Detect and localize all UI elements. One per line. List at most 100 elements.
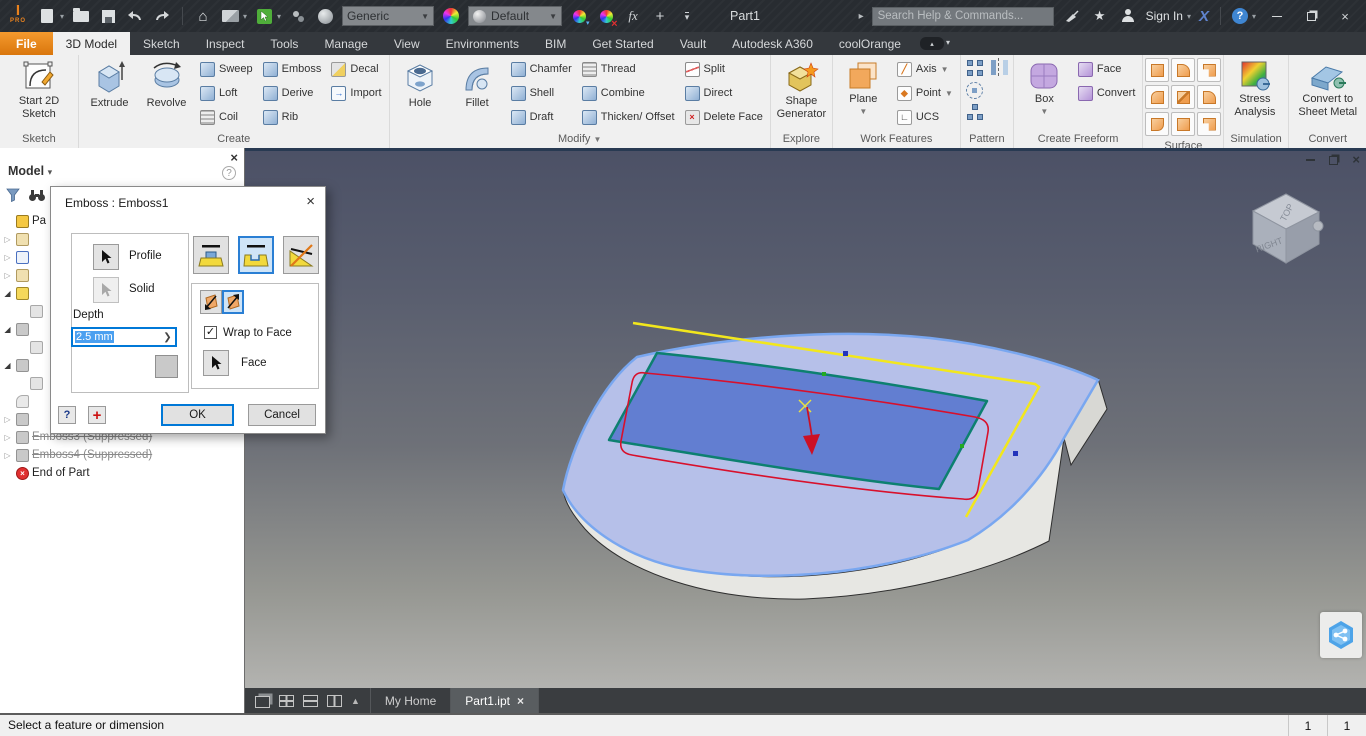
depth-input[interactable]: 2.5 mm ❯ [71,327,177,347]
thread-button[interactable]: Thread [578,57,679,81]
revolve-button[interactable]: Revolve [139,57,194,110]
circular-pattern-button[interactable] [965,82,983,99]
tab-3d-model[interactable]: 3D Model [52,32,131,55]
dialog-expand-button[interactable]: + [88,406,106,424]
render-button[interactable] [220,6,240,26]
panel-title-pattern[interactable]: Pattern [961,133,1013,148]
vertex-marker[interactable] [1013,451,1018,456]
panel-title-modify[interactable]: Modify ▼ [390,133,770,148]
doc-minimize-button[interactable] [1306,159,1316,161]
draft-button[interactable]: Draft [507,105,576,129]
sign-in-dropdown[interactable]: ▾ [1187,12,1191,21]
sketch-driven-pattern-button[interactable] [966,103,985,122]
shell-button[interactable]: Shell [507,81,576,105]
midpoint-marker[interactable] [822,372,826,376]
tab-my-home[interactable]: My Home [371,688,452,713]
account-button[interactable] [1118,6,1138,26]
minimize-button[interactable] [1264,5,1290,27]
undo-button[interactable] [125,6,145,26]
filter-icon[interactable] [6,188,20,202]
extrude-button[interactable]: Extrude [82,57,137,110]
select-dropdown[interactable]: ▾ [277,12,281,21]
viewcube-corner-ball[interactable] [1312,220,1324,232]
thicken-offset-button[interactable]: Thicken/ Offset [578,105,679,129]
tab-inspect[interactable]: Inspect [193,32,258,55]
panel-title-create-freeform[interactable]: Create Freeform [1014,133,1143,148]
browser-help-icon[interactable]: ? [222,166,236,180]
tab-tools[interactable]: Tools [257,32,311,55]
new-file-button[interactable] [37,6,57,26]
help-button[interactable]: ? [1231,8,1248,24]
capture-dropdown[interactable]: ▾ [946,38,950,55]
dock-collapse-icon[interactable]: ▲ [351,696,360,706]
dialog-close-button[interactable]: × [306,193,315,210]
favorites-button[interactable]: ★ [1090,6,1110,26]
depth-flyout-arrow[interactable]: ❯ [160,332,175,343]
chamfer-button[interactable]: Chamfer [507,57,576,81]
surface-patch-button[interactable] [1171,58,1196,82]
ok-button[interactable]: OK [161,404,234,426]
help-dropdown[interactable]: ▾ [1252,12,1256,21]
arrange-horizontal-icon[interactable] [303,694,318,707]
expand-icon[interactable]: ▷ [2,415,13,424]
solid-select-button[interactable] [93,277,119,303]
appearance-selector[interactable]: Default ▼ [468,6,563,26]
iproperties-button[interactable] [288,6,308,26]
restore-button[interactable] [1298,5,1324,27]
rib-button[interactable]: Rib [259,105,326,129]
tab-get-started[interactable]: Get Started [579,32,666,55]
point-button[interactable]: ◆ Point ▼ [893,81,957,105]
capture-icon[interactable]: ▴ [919,37,944,50]
tab-manage[interactable]: Manage [311,32,380,55]
tab-close-icon[interactable]: × [517,694,524,708]
combine-button[interactable]: Combine [578,81,679,105]
community-button[interactable] [1062,6,1082,26]
mirror-button[interactable] [990,58,1008,76]
dialog-help-button[interactable]: ? [58,406,76,424]
tab-a360[interactable]: Autodesk A360 [719,32,826,55]
surface-extend-button[interactable] [1197,58,1222,82]
view-cube[interactable]: TOP RIGHT [1241,179,1336,274]
browser-header[interactable]: Model ▾ [8,164,52,178]
freeform-box-button[interactable]: Box ▼ [1017,57,1072,116]
save-button[interactable] [98,6,118,26]
emboss-raise-button[interactable] [193,236,229,274]
a360-share-button[interactable] [1320,612,1362,658]
tab-sketch[interactable]: Sketch [130,32,193,55]
collapse-icon[interactable]: ◢ [2,325,13,334]
surface-sculpt-button[interactable] [1197,85,1222,109]
panel-title-work-features[interactable]: Work Features [833,133,960,148]
hole-button[interactable]: Hole [393,57,448,110]
redo-button[interactable] [152,6,172,26]
adjust-appearance-button[interactable] [569,6,590,27]
home-view-button[interactable]: ⌂ [193,6,213,26]
expand-icon[interactable]: ▷ [2,271,13,280]
new-file-dropdown[interactable]: ▾ [60,12,64,21]
tile-windows-icon[interactable] [279,694,294,707]
import-button[interactable]: → Import [327,81,385,105]
tab-vault[interactable]: Vault [667,32,719,55]
sign-in-link[interactable]: Sign In [1146,9,1183,23]
expand-icon[interactable]: ▷ [2,235,13,244]
panel-title-create[interactable]: Create [79,133,389,148]
shape-generator-button[interactable]: Shape Generator [774,57,829,120]
vertex-marker[interactable] [843,351,848,356]
tree-item-end-of-part[interactable]: × End of Part [16,464,242,482]
emboss-button[interactable]: Emboss [259,57,326,81]
expand-icon[interactable]: ▷ [2,253,13,262]
engrave-button[interactable] [238,236,274,274]
collapse-icon[interactable]: ◢ [2,361,13,370]
browser-close-button[interactable]: × [230,150,238,165]
plane-button[interactable]: Plane ▼ [836,57,891,116]
viewport-canvas[interactable] [245,151,1366,688]
fillet-button[interactable]: Fillet [450,57,505,110]
midpoint-marker[interactable] [960,444,964,448]
find-binoculars-icon[interactable] [28,189,46,202]
expand-icon[interactable]: ▷ [2,433,13,442]
sweep-button[interactable]: Sweep [196,57,257,81]
panel-title-simulation[interactable]: Simulation [1224,133,1287,148]
direct-button[interactable]: Direct [681,81,767,105]
panel-title-explore[interactable]: Explore [771,133,832,148]
loft-button[interactable]: Loft [196,81,257,105]
tree-item-emboss4[interactable]: ▷ Emboss4 (Suppressed) [2,446,242,464]
